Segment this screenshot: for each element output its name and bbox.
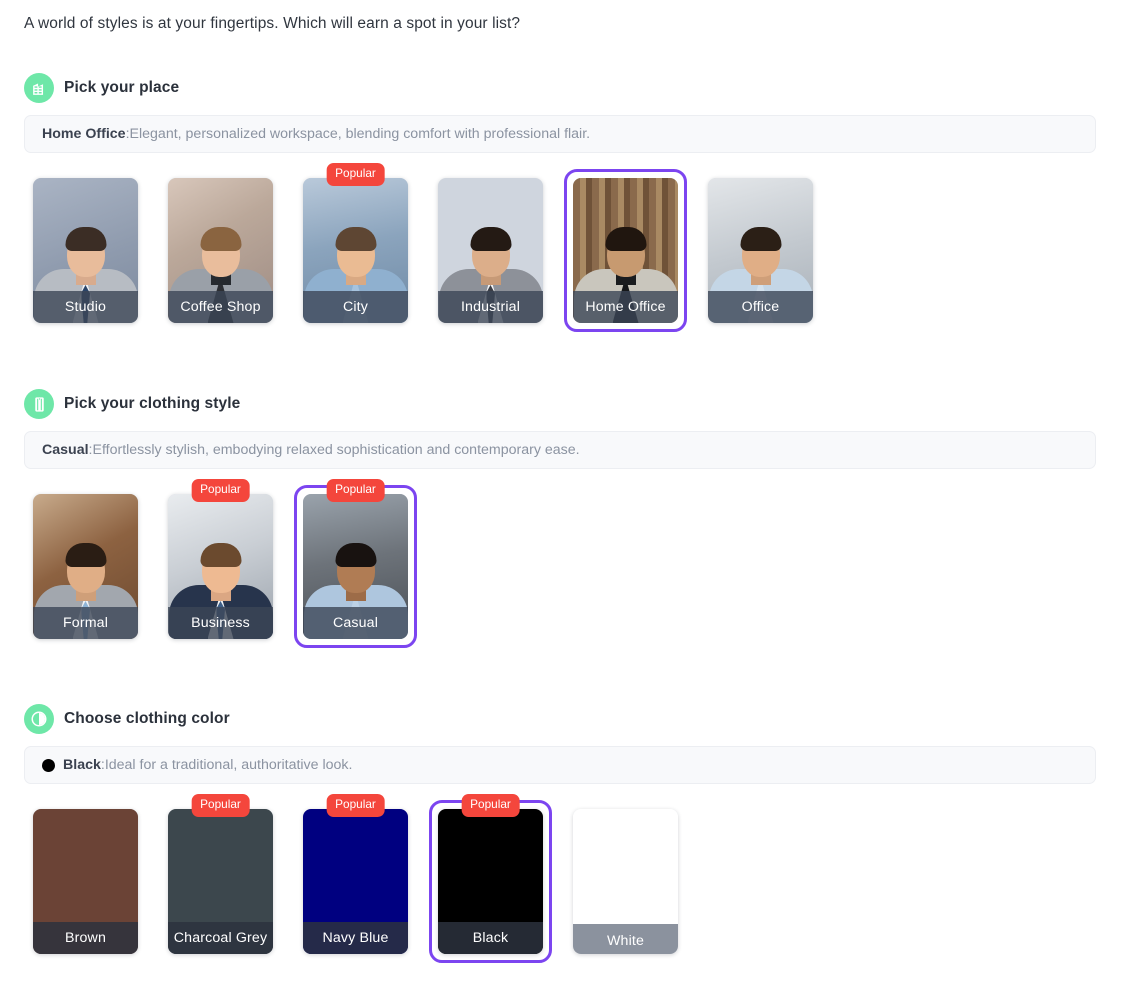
intro-text: A world of styles is at your fingertips.…: [24, 15, 521, 32]
card-swatch: White: [573, 809, 678, 954]
section-header: Choose clothing color: [24, 703, 1097, 735]
card-label: Studio: [33, 291, 138, 323]
card-label: Coffee Shop: [168, 291, 273, 323]
style-picker-page: A world of styles is at your fingertips.…: [0, 0, 1121, 1000]
card-image: Industrial: [438, 178, 543, 323]
color-card-navy-blue[interactable]: Popular Navy Blue: [294, 794, 417, 963]
section-title: Pick your place: [64, 79, 180, 96]
style-card-business[interactable]: Popular Business: [159, 479, 282, 648]
card-swatch: Black: [438, 809, 543, 954]
place-card-industrial[interactable]: Industrial: [429, 169, 552, 332]
popular-badge: Popular: [326, 794, 385, 817]
popular-badge: Popular: [191, 794, 250, 817]
popular-badge: Popular: [461, 794, 520, 817]
selection-description: Black: Ideal for a traditional, authorit…: [24, 746, 1096, 784]
color-card-white[interactable]: White: [564, 800, 687, 963]
card-label: White: [573, 924, 678, 954]
card-image: Formal: [33, 494, 138, 639]
style-card-row: Formal Popular Business Popular Casual: [24, 479, 417, 648]
description-text: Effortlessly stylish, embodying relaxed …: [92, 442, 580, 458]
description-text: Ideal for a traditional, authoritative l…: [104, 757, 353, 773]
style-card-casual[interactable]: Popular Casual: [294, 479, 417, 648]
card-label: Brown: [33, 922, 138, 954]
color-card-black[interactable]: Popular Black: [429, 794, 552, 963]
card-image: Studio: [33, 178, 138, 323]
section-pick-your-place: Pick your place Home Office: Elegant, pe…: [24, 72, 1097, 332]
card-swatch: Charcoal Grey: [168, 809, 273, 954]
section-title: Choose clothing color: [64, 710, 230, 727]
description-name: Home Office: [42, 126, 126, 142]
color-card-row: Brown Popular Charcoal Grey Popular Navy…: [24, 794, 687, 963]
section-title: Pick your clothing style: [64, 395, 241, 412]
place-card-studio[interactable]: Studio: [24, 169, 147, 332]
section-header: Pick your clothing style: [24, 388, 1097, 420]
card-image: City: [303, 178, 408, 323]
section-choose-clothing-color: Choose clothing color Black: Ideal for a…: [24, 703, 1097, 963]
section-header: Pick your place: [24, 72, 1097, 104]
color-dot: [42, 758, 55, 772]
description-name: Black: [63, 757, 101, 773]
place-card-city[interactable]: Popular City: [294, 163, 417, 332]
card-image: Casual: [303, 494, 408, 639]
card-label: Navy Blue: [303, 922, 408, 954]
card-label: Office: [708, 291, 813, 323]
place-card-home-office[interactable]: Home Office: [564, 169, 687, 332]
card-image: Business: [168, 494, 273, 639]
card-image: Home Office: [573, 178, 678, 323]
shirt-icon: [24, 389, 54, 419]
description-name: Casual: [42, 442, 89, 458]
selection-description: Casual: Effortlessly stylish, embodying …: [24, 431, 1096, 469]
building-icon: [24, 73, 54, 103]
selection-description: Home Office: Elegant, personalized works…: [24, 115, 1096, 153]
card-label: Home Office: [573, 291, 678, 323]
card-image: Coffee Shop: [168, 178, 273, 323]
card-label: Charcoal Grey: [168, 922, 273, 954]
contrast-icon: [24, 704, 54, 734]
place-card-coffee-shop[interactable]: Coffee Shop: [159, 169, 282, 332]
color-card-charcoal-grey[interactable]: Popular Charcoal Grey: [159, 794, 282, 963]
style-card-formal[interactable]: Formal: [24, 485, 147, 648]
card-image: Office: [708, 178, 813, 323]
card-swatch: Brown: [33, 809, 138, 954]
popular-badge: Popular: [326, 163, 385, 186]
popular-badge: Popular: [191, 479, 250, 502]
description-text: Elegant, personalized workspace, blendin…: [129, 126, 591, 142]
card-label: Black: [438, 922, 543, 954]
card-label: Industrial: [438, 291, 543, 323]
place-card-row: Studio Coffee Shop Popular City Industri…: [24, 163, 822, 332]
card-label: Casual: [303, 607, 408, 639]
card-label: City: [303, 291, 408, 323]
place-card-office[interactable]: Office: [699, 169, 822, 332]
color-card-brown[interactable]: Brown: [24, 800, 147, 963]
card-label: Formal: [33, 607, 138, 639]
section-pick-your-clothing-style: Pick your clothing style Casual: Effortl…: [24, 388, 1097, 648]
card-label: Business: [168, 607, 273, 639]
popular-badge: Popular: [326, 479, 385, 502]
card-swatch: Navy Blue: [303, 809, 408, 954]
